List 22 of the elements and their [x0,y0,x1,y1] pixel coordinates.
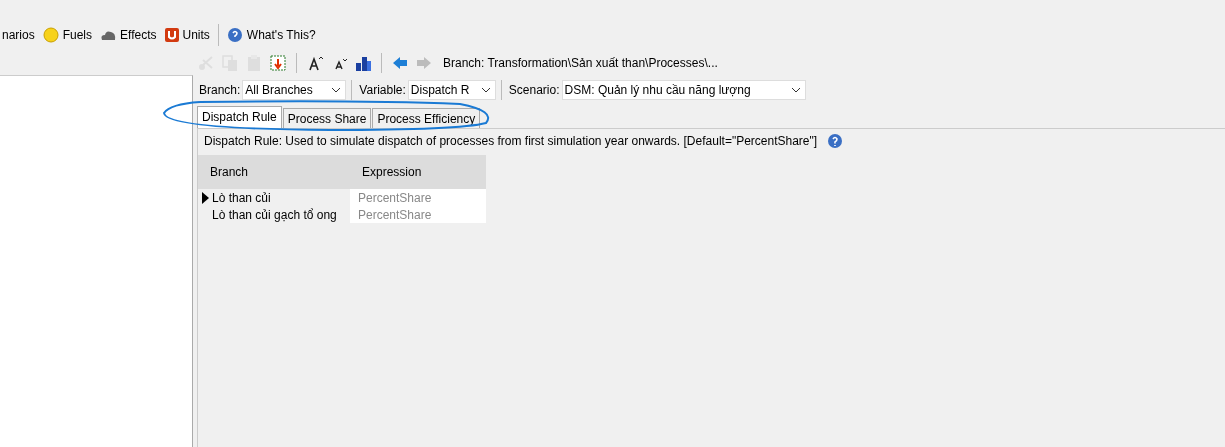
branch-path: Branch: Transformation\Sản xuất than\Processes\... [443,56,718,70]
menu-item[interactable]: Fuels [42,27,93,43]
dropdown[interactable]: Dispatch R [407,80,496,100]
tab[interactable]: Process Share [282,108,372,128]
filter-label: Variable: [359,83,406,97]
tab[interactable]: Dispatch Rule [197,106,282,128]
table-cell: Lò than củi gạch tổ ong [212,207,337,222]
column-header: Expression [350,155,486,189]
tab[interactable]: Process Efficiency [372,108,481,128]
table-cell: Lò than củi [212,190,271,205]
menu-item[interactable]: narios [2,28,35,42]
table-cell[interactable]: PercentShare [350,189,486,206]
dropdown[interactable]: All Branches [242,80,347,100]
menu-item[interactable]: Effects [100,28,157,42]
filter-label: Scenario: [508,83,560,97]
filter-label: Branch: [199,83,241,97]
description-text: Dispatch Rule: Used to simulate dispatch of processes from first simulation year onwards. [Default="PercentShare"] [204,134,818,148]
menu-item[interactable]: What's This? [226,27,316,43]
dropdown[interactable]: DSM: Quản lý nhu cầu năng lượng [561,80,806,100]
table-cell[interactable]: PercentShare [350,206,486,223]
menu-item[interactable]: Units [164,28,210,42]
column-header: Branch [198,155,350,189]
